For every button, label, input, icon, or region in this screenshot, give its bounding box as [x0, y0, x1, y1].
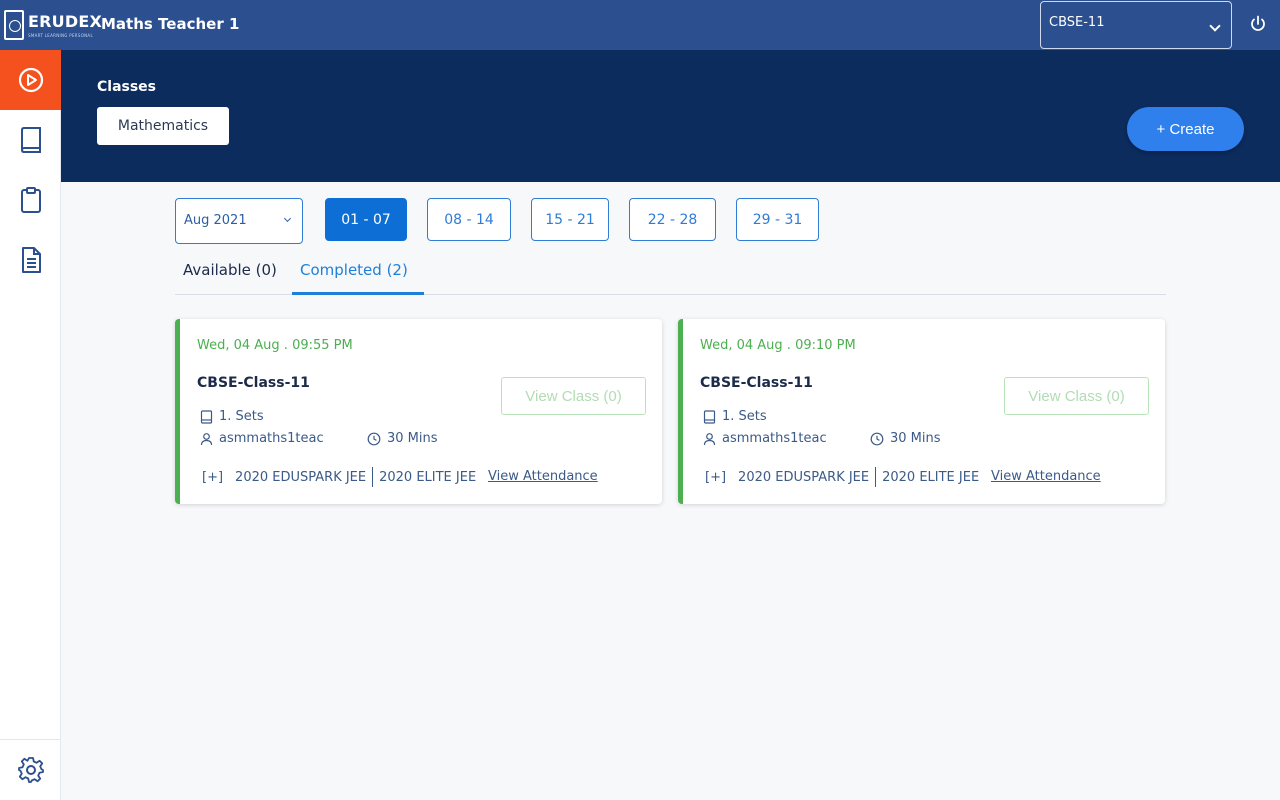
sidebar-item-courses[interactable]	[0, 110, 61, 170]
week-button[interactable]: 15 - 21	[531, 198, 609, 241]
month-select-value: Aug 2021	[184, 213, 247, 228]
sets-label: 1. Sets	[722, 409, 767, 424]
create-button[interactable]: + Create	[1127, 107, 1244, 151]
class-duration: 30 Mins	[367, 431, 438, 446]
view-class-button[interactable]: View Class (0)	[1004, 377, 1149, 415]
clipboard-icon	[20, 187, 41, 213]
batch-tag: 2020 ELITE JEE	[379, 469, 477, 485]
document-icon	[21, 247, 41, 273]
class-duration: 30 Mins	[870, 431, 941, 446]
tab-available[interactable]: Available (0)	[183, 261, 277, 279]
class-card: Wed, 04 Aug . 09:10 PM CBSE-Class-11 Vie…	[678, 319, 1165, 504]
tab-completed[interactable]: Completed (2)	[300, 261, 408, 279]
view-attendance-link[interactable]: View Attendance	[488, 469, 598, 484]
board-select[interactable]: CBSE-11	[1040, 1, 1232, 49]
batch-tags: [+] 2020 EDUSPARK JEE 2020 ELITE JEE	[705, 467, 979, 487]
class-teacher: asmmaths1teac	[703, 431, 827, 446]
chevron-down-icon	[1209, 20, 1221, 32]
play-circle-icon	[18, 67, 43, 93]
book-icon	[703, 409, 716, 424]
duration-label: 30 Mins	[387, 431, 438, 446]
week-button[interactable]: 22 - 28	[629, 198, 716, 241]
clock-icon	[870, 432, 884, 445]
tag-divider	[372, 467, 374, 487]
batch-tag: 2020 EDUSPARK JEE	[235, 469, 367, 485]
expand-batches-button[interactable]: [+]	[202, 470, 223, 485]
class-card: Wed, 04 Aug . 09:55 PM CBSE-Class-11 Vie…	[175, 319, 662, 504]
power-icon[interactable]	[1248, 14, 1268, 34]
book-icon	[20, 127, 41, 153]
batch-tag: 2020 EDUSPARK JEE	[738, 469, 870, 485]
board-select-value: CBSE-11	[1049, 15, 1105, 30]
class-datetime: Wed, 04 Aug . 09:55 PM	[197, 338, 353, 353]
batch-tag: 2020 ELITE JEE	[882, 469, 980, 485]
class-name: CBSE-Class-11	[700, 375, 813, 391]
view-class-button[interactable]: View Class (0)	[501, 377, 646, 415]
teacher-username: asmmaths1teac	[722, 431, 827, 446]
book-icon	[200, 409, 213, 424]
sidebar	[0, 50, 61, 800]
sidebar-item-settings[interactable]	[0, 739, 61, 800]
clock-icon	[367, 432, 381, 445]
sets-label: 1. Sets	[219, 409, 264, 424]
week-button[interactable]: 08 - 14	[427, 198, 511, 241]
duration-label: 30 Mins	[890, 431, 941, 446]
app-title: Maths Teacher 1	[101, 15, 240, 33]
class-sets: 1. Sets	[703, 409, 767, 424]
sidebar-item-reports[interactable]	[0, 230, 61, 290]
class-teacher: asmmaths1teac	[200, 431, 324, 446]
classes-label: Classes	[97, 79, 157, 95]
week-button[interactable]: 01 - 07	[325, 198, 407, 241]
expand-batches-button[interactable]: [+]	[705, 470, 726, 485]
logo-crest-icon	[4, 10, 24, 40]
subject-chip[interactable]: Mathematics	[97, 107, 229, 145]
user-icon	[200, 432, 213, 445]
classes-header: Classes Mathematics + Create	[61, 50, 1280, 182]
month-select[interactable]: Aug 2021	[175, 198, 303, 244]
view-attendance-link[interactable]: View Attendance	[991, 469, 1101, 484]
class-datetime: Wed, 04 Aug . 09:10 PM	[700, 338, 856, 353]
logo-text: ERUDEX	[28, 12, 102, 31]
class-sets: 1. Sets	[200, 409, 264, 424]
user-icon	[703, 432, 716, 445]
erudex-logo[interactable]: ERUDEX SMART LEARNING PERSONAL	[4, 10, 102, 42]
batch-tags: [+] 2020 EDUSPARK JEE 2020 ELITE JEE	[202, 467, 476, 487]
tag-divider	[875, 467, 877, 487]
logo-tagline: SMART LEARNING PERSONAL	[28, 33, 93, 38]
teacher-username: asmmaths1teac	[219, 431, 324, 446]
top-bar: ERUDEX SMART LEARNING PERSONAL Maths Tea…	[0, 0, 1280, 50]
gear-icon	[17, 757, 44, 783]
class-name: CBSE-Class-11	[197, 375, 310, 391]
sidebar-item-assignments[interactable]	[0, 170, 61, 230]
chevron-down-icon	[283, 214, 292, 223]
sidebar-item-live-classes[interactable]	[0, 50, 61, 110]
week-button[interactable]: 29 - 31	[736, 198, 819, 241]
active-tab-indicator	[292, 292, 424, 295]
